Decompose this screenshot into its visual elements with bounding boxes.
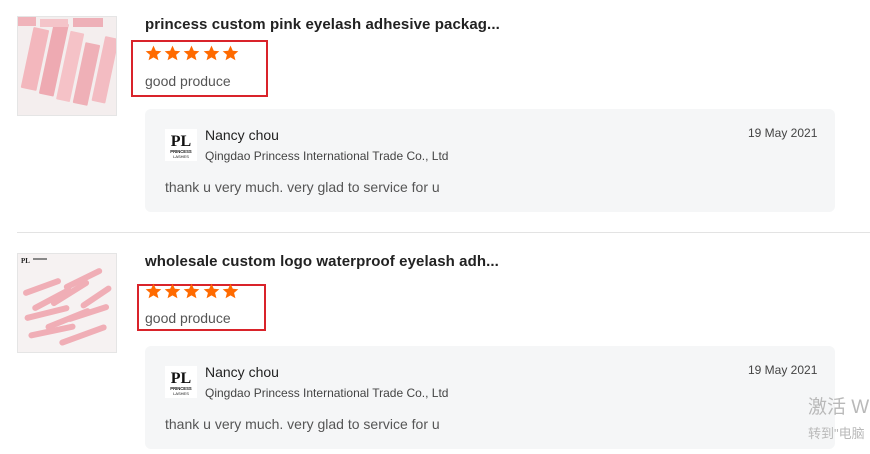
product-thumbnail[interactable] (17, 16, 117, 116)
star-icon (222, 45, 239, 61)
star-icon (203, 45, 219, 61)
svg-text:LASHES: LASHES (173, 391, 189, 396)
svg-text:LASHES: LASHES (173, 154, 189, 159)
product-title[interactable]: princess custom pink eyelash adhesive pa… (145, 16, 500, 33)
reply-message: thank u very much. very glad to service … (165, 416, 440, 432)
star-icon (222, 283, 239, 299)
pink-tubes-image (18, 17, 116, 115)
pink-tubes-image: PL (18, 254, 116, 352)
princess-lashes-logo-icon: PL PRINCESS LASHES (165, 366, 197, 398)
star-icon (203, 283, 219, 299)
star-rating (145, 45, 241, 63)
activation-watermark: 激活 W 转到"电脑 (808, 392, 869, 442)
svg-text:PL: PL (171, 133, 191, 150)
replier-company: Qingdao Princess International Trade Co.… (205, 386, 449, 400)
star-icon (164, 283, 181, 299)
reply-date: 19 May 2021 (748, 363, 818, 377)
review-divider (17, 232, 870, 233)
replier-name: Nancy chou (205, 127, 279, 143)
review-text: good produce (145, 310, 231, 326)
reply-date: 19 May 2021 (748, 126, 818, 140)
product-thumbnail[interactable]: PL (17, 253, 117, 353)
replier-name: Nancy chou (205, 364, 279, 380)
review-text: good produce (145, 73, 231, 89)
product-title[interactable]: wholesale custom logo waterproof eyelash… (145, 253, 499, 270)
star-rating (145, 283, 241, 301)
seller-reply: PL PRINCESS LASHES Nancy chou Qingdao Pr… (145, 346, 835, 449)
star-icon (184, 283, 200, 299)
princess-lashes-logo-icon: PL PRINCESS LASHES (165, 129, 197, 161)
star-icon (164, 45, 181, 61)
svg-text:PL: PL (21, 257, 30, 265)
star-icon (184, 45, 200, 61)
seller-reply: PL PRINCESS LASHES Nancy chou Qingdao Pr… (145, 109, 835, 212)
svg-text:PL: PL (171, 370, 191, 387)
star-icon (145, 283, 162, 299)
replier-company: Qingdao Princess International Trade Co.… (205, 149, 449, 163)
star-icon (145, 45, 162, 61)
reply-message: thank u very much. very glad to service … (165, 179, 440, 195)
watermark-line-2: 转到"电脑 (808, 426, 865, 441)
watermark-line-1: 激活 W (808, 397, 870, 418)
